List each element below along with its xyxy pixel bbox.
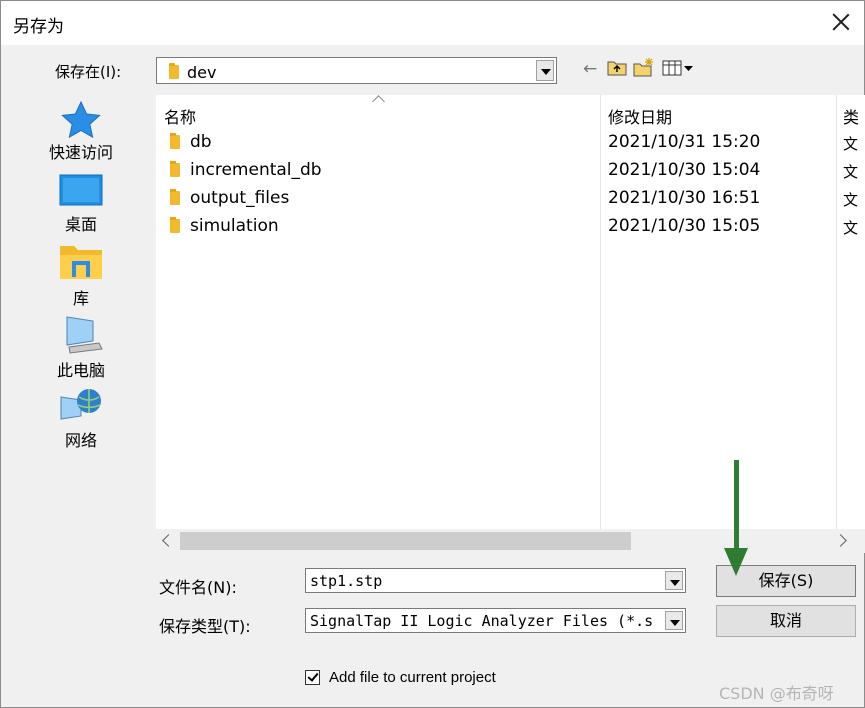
back-arrow-icon[interactable]: ← (583, 59, 597, 79)
file-type: 文 (843, 219, 859, 237)
column-header-date[interactable]: 修改日期 (608, 104, 672, 128)
look-in-value: dev (187, 63, 217, 82)
add-to-project-label[interactable]: Add file to current project (329, 669, 496, 686)
place-network[interactable]: 网络 (41, 385, 121, 451)
place-label: 快速访问 (48, 143, 113, 162)
place-desktop[interactable]: 桌面 (41, 173, 121, 239)
scroll-right-icon[interactable] (834, 534, 847, 547)
column-separator[interactable] (600, 95, 601, 529)
place-label: 网络 (64, 431, 97, 450)
file-date: 2021/10/30 16:51 (608, 188, 761, 208)
sort-ascending-icon (372, 95, 385, 108)
title-bar: 另存为 (1, 1, 864, 45)
dialog-title: 另存为 (13, 17, 64, 37)
column-separator[interactable] (836, 95, 837, 529)
horizontal-scrollbar[interactable] (156, 529, 865, 553)
chevron-down-icon[interactable] (536, 60, 554, 81)
add-to-project-checkbox[interactable] (305, 670, 320, 685)
annotation-arrow-down-icon (724, 548, 748, 576)
filename-label: 文件名(N): (159, 578, 237, 597)
chevron-down-icon[interactable] (665, 611, 683, 630)
library-icon (60, 246, 102, 279)
file-type: 文 (843, 135, 859, 153)
view-menu-icon[interactable] (662, 59, 696, 79)
filetype-label: 保存类型(T): (159, 617, 251, 636)
filetype-dropdown[interactable]: SignalTap II Logic Analyzer Files (*.s (305, 608, 686, 633)
type-column: 类 文 文 文 文 (836, 95, 865, 529)
folder-icon (170, 133, 180, 149)
file-name[interactable]: simulation (190, 216, 279, 236)
look-in-label: 保存在(I): (55, 63, 122, 81)
scrollbar-thumb[interactable] (180, 532, 631, 550)
place-this-pc[interactable]: 此电脑 (41, 315, 121, 381)
file-type: 文 (843, 191, 859, 209)
place-library[interactable]: 库 (41, 243, 121, 309)
close-icon[interactable] (832, 13, 850, 31)
look-in-dropdown[interactable]: dev (156, 57, 557, 84)
folder-icon (170, 217, 180, 233)
file-date: 2021/10/31 15:20 (608, 132, 761, 152)
place-quick-access[interactable]: 快速访问 (41, 100, 121, 167)
folder-icon (169, 63, 179, 79)
computer-icon (66, 316, 103, 354)
place-label: 库 (72, 289, 89, 308)
filename-input[interactable]: stp1.stp (305, 568, 686, 593)
watermark: CSDN @布奇呀 (719, 684, 834, 703)
place-label: 此电脑 (56, 361, 105, 380)
network-icon (60, 389, 101, 420)
file-date: 2021/10/30 15:05 (608, 216, 761, 236)
file-name[interactable]: db (190, 132, 212, 152)
file-name[interactable]: output_files (190, 188, 289, 208)
up-folder-icon[interactable] (607, 58, 627, 78)
file-date: 2021/10/30 15:04 (608, 160, 761, 180)
folder-icon (170, 189, 180, 205)
desktop-icon (59, 174, 103, 206)
cancel-button[interactable]: 取消 (716, 605, 856, 637)
column-header-name[interactable]: 名称 (164, 104, 196, 128)
filename-value[interactable]: stp1.stp (310, 572, 382, 590)
column-header-type[interactable]: 类 (843, 104, 859, 128)
new-folder-icon[interactable] (633, 57, 655, 77)
folder-icon (170, 161, 180, 177)
chevron-down-icon[interactable] (665, 571, 683, 590)
filetype-value: SignalTap II Logic Analyzer Files (*.s (310, 612, 654, 630)
annotation-arrow-shaft (734, 460, 739, 552)
file-name[interactable]: incremental_db (190, 160, 322, 180)
file-type: 文 (843, 163, 859, 181)
place-label: 桌面 (64, 215, 97, 234)
scroll-left-icon[interactable] (162, 534, 175, 547)
star-icon (61, 100, 101, 139)
save-as-dialog: 另存为 保存在(I): dev ← 快速访问 桌面 库 此电脑 网络 名称 修改… (0, 0, 865, 708)
